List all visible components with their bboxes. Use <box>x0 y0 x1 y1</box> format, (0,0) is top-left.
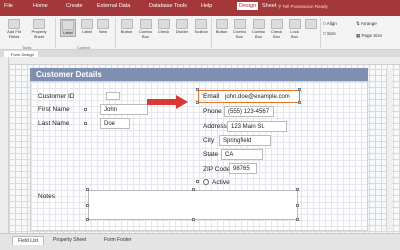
check-control[interactable]: Check <box>156 19 171 35</box>
combo-box-control[interactable]: Combo Box <box>231 19 248 39</box>
horizontal-ruler <box>9 57 400 65</box>
resize-handle[interactable] <box>196 101 199 104</box>
phone-label[interactable]: Phone <box>203 108 222 115</box>
label-aa-icon <box>81 19 93 29</box>
resize-handle[interactable] <box>192 188 195 191</box>
button-icon <box>120 19 133 29</box>
resize-handle[interactable] <box>298 101 301 104</box>
property-sheet-button[interactable]: Property Sheet <box>28 19 50 39</box>
address-field[interactable]: 123 Main St. <box>227 121 287 132</box>
first-name-field[interactable]: John <box>100 104 148 115</box>
menu-design[interactable]: Design <box>237 2 259 10</box>
address-label[interactable]: Address <box>203 123 227 130</box>
page-size-button[interactable]: ▦ Page Size <box>356 33 382 39</box>
menu-external-data[interactable]: External Data <box>97 3 130 9</box>
more-icon <box>305 19 317 29</box>
label-control-button[interactable]: Label <box>60 19 76 37</box>
tab-property-sheet[interactable]: Property Sheet <box>48 236 91 244</box>
check-box-control[interactable]: Check Box <box>269 19 284 39</box>
option-align[interactable]: □ Align <box>323 21 337 26</box>
button-control[interactable]: Button <box>118 19 135 35</box>
state-field[interactable]: CA <box>221 149 263 160</box>
label2-button[interactable]: Label <box>80 19 94 35</box>
fields-icon <box>8 19 20 29</box>
resize-handle[interactable] <box>296 218 299 221</box>
tab-form-footer[interactable]: Form Footer <box>99 236 137 244</box>
email-field[interactable]: john.doe@example.com <box>222 92 298 101</box>
combo-box-icon <box>252 19 265 29</box>
active-checkbox[interactable] <box>203 179 209 185</box>
resize-handle[interactable] <box>192 218 195 221</box>
combo-box-icon <box>233 19 246 29</box>
zip-code-label[interactable]: ZIP Code <box>203 166 230 173</box>
title-bar <box>0 0 400 16</box>
list-box-control[interactable]: Lock Box <box>287 19 302 39</box>
menu-file[interactable]: File <box>4 3 13 9</box>
ribbon-separator <box>115 18 116 48</box>
add-fields-button[interactable]: Add Fld Fields <box>4 19 24 39</box>
button-control-2[interactable]: Button <box>214 19 229 35</box>
callout-arrow-icon <box>176 95 188 109</box>
resize-handle[interactable] <box>84 108 87 111</box>
arrange-button[interactable]: ⇅ Arrange <box>356 21 377 27</box>
active-label[interactable]: Active <box>212 179 230 186</box>
toolbox-icon <box>195 19 207 29</box>
phone-field[interactable]: (555) 123-4567 <box>224 106 274 117</box>
toolbox-button[interactable]: Toolbox <box>193 19 209 35</box>
tell-me-text[interactable]: ⚲ Tell Possession Ready <box>278 4 328 10</box>
resize-handle[interactable] <box>84 122 87 125</box>
menu-help[interactable]: Help <box>201 3 212 9</box>
city-field[interactable]: Springfield <box>219 135 271 146</box>
customer-id-field[interactable] <box>106 92 120 100</box>
resize-handle[interactable] <box>296 188 299 191</box>
document-tabstrip <box>0 50 400 57</box>
ribbon-separator <box>211 18 212 48</box>
menu-sheet[interactable]: Sheet <box>262 3 276 9</box>
label-icon <box>62 20 74 30</box>
resize-handle[interactable] <box>196 88 199 91</box>
menu-database-tools[interactable]: Database Tools <box>149 3 187 9</box>
check-box-icon <box>270 19 283 29</box>
button-icon <box>215 19 228 29</box>
more-controls-button[interactable] <box>305 19 317 30</box>
resize-handle[interactable] <box>86 188 89 191</box>
ribbon-separator <box>320 18 321 48</box>
email-label[interactable]: Email <box>203 93 219 100</box>
resize-handle[interactable] <box>86 204 89 207</box>
combo-icon <box>139 19 152 29</box>
vertical-scrollbar[interactable] <box>386 68 392 230</box>
menu-home[interactable]: Home <box>33 3 48 9</box>
first-name-label[interactable]: First Name <box>38 106 70 113</box>
combo-box-control-2[interactable]: Combo Box <box>250 19 267 39</box>
city-label[interactable]: City <box>203 137 214 144</box>
divider-icon <box>176 19 188 29</box>
new-button[interactable]: New <box>96 19 110 35</box>
state-label[interactable]: State <box>203 151 218 158</box>
form-title[interactable]: Customer Details <box>36 70 102 79</box>
resize-handle[interactable] <box>298 88 301 91</box>
resize-handle[interactable] <box>86 218 89 221</box>
vertical-ruler <box>0 57 9 233</box>
property-sheet-icon <box>33 19 45 29</box>
ribbon-separator <box>55 18 56 48</box>
last-name-label[interactable]: Last Name <box>38 120 69 127</box>
resize-handle[interactable] <box>196 180 199 183</box>
divider-control[interactable]: Divider <box>174 19 190 35</box>
new-icon <box>97 19 109 29</box>
check-icon <box>157 19 170 29</box>
notes-field[interactable] <box>88 190 298 220</box>
callout-arrow-shaft <box>147 99 177 105</box>
combo-control[interactable]: Combo Box <box>137 19 154 39</box>
customer-id-label[interactable]: Customer ID <box>38 93 74 100</box>
menu-create[interactable]: Create <box>66 3 83 9</box>
notes-label[interactable]: Notes <box>38 193 55 200</box>
resize-handle[interactable] <box>296 204 299 207</box>
list-box-icon <box>288 19 301 29</box>
tab-field-list[interactable]: Field List <box>12 236 45 245</box>
zip-code-field[interactable]: 98765 <box>229 163 257 174</box>
last-name-field[interactable]: Doe <box>100 118 130 129</box>
option-size[interactable]: □ Size <box>323 31 336 36</box>
